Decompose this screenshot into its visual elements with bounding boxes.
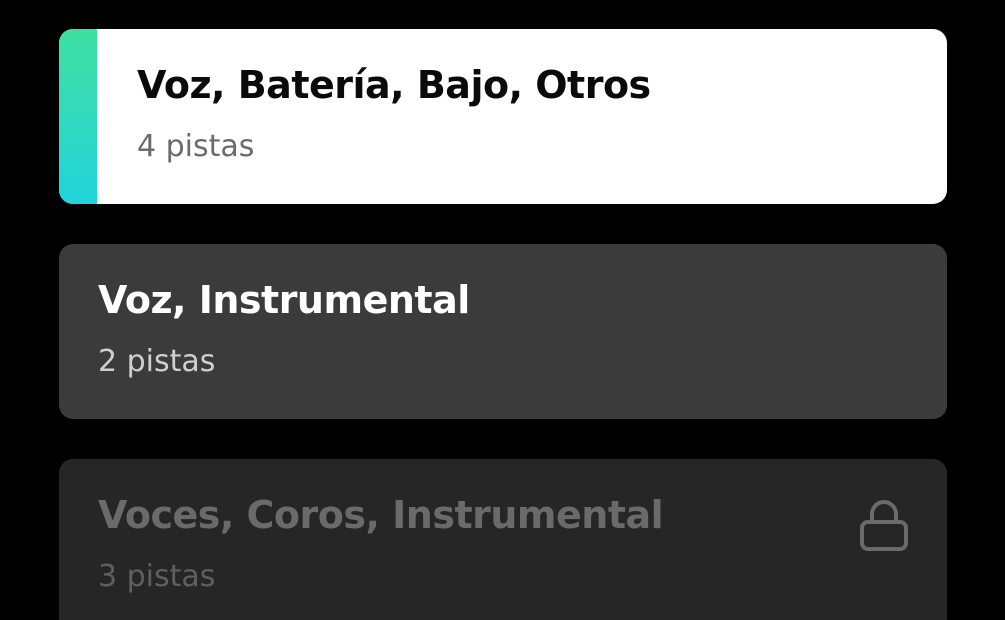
option-title: Voz, Batería, Bajo, Otros — [137, 63, 651, 107]
option-title: Voz, Instrumental — [98, 278, 470, 322]
option-track-count: 3 pistas — [98, 559, 216, 594]
option-voz-instrumental[interactable]: Voz, Instrumental 2 pistas — [59, 244, 947, 419]
option-voz-bateria-bajo-otros[interactable]: Voz, Batería, Bajo, Otros 4 pistas — [59, 29, 947, 204]
option-title: Voces, Coros, Instrumental — [98, 493, 664, 537]
selected-accent-bar — [59, 29, 97, 204]
option-voces-coros-instrumental[interactable]: Voces, Coros, Instrumental 3 pistas — [59, 459, 947, 620]
option-track-count: 4 pistas — [137, 129, 255, 164]
lock-icon — [860, 500, 908, 551]
track-split-options-list: Voz, Batería, Bajo, Otros 4 pistas Voz, … — [0, 0, 1005, 620]
option-track-count: 2 pistas — [98, 344, 216, 379]
